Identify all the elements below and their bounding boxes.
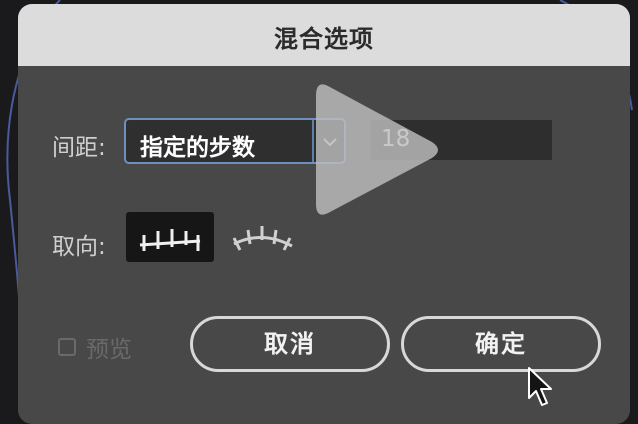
align-to-page-button[interactable] <box>126 212 214 262</box>
cancel-button[interactable]: 取消 <box>190 316 390 372</box>
ok-button[interactable]: 确定 <box>401 316 601 372</box>
preview-checkbox-group[interactable]: 预览 <box>58 330 132 364</box>
spacing-label: 间距: <box>52 135 106 161</box>
preview-checkbox[interactable] <box>58 338 76 356</box>
align-to-page-icon <box>139 229 201 251</box>
cursor-icon <box>528 367 552 406</box>
orientation-label: 取向: <box>52 234 106 260</box>
align-to-path-icon <box>232 226 293 251</box>
dialog-titlebar: 混合选项 <box>18 4 630 66</box>
dialog-title: 混合选项 <box>274 25 374 53</box>
align-to-path-button[interactable] <box>226 212 298 262</box>
spacing-mode-value: 指定的步数 <box>140 135 255 161</box>
play-icon[interactable] <box>312 76 444 224</box>
preview-label: 预览 <box>86 337 132 363</box>
